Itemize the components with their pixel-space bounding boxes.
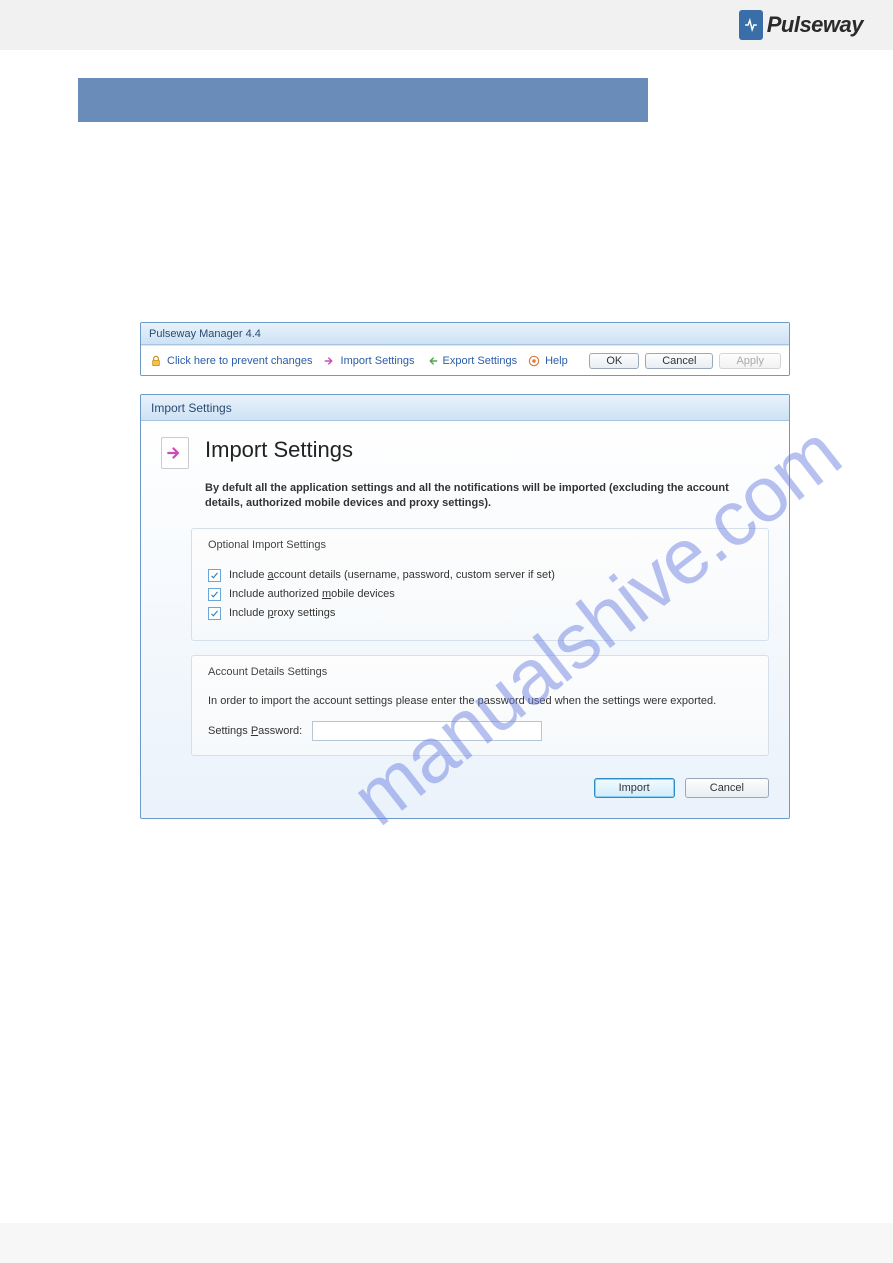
prevent-changes-link[interactable]: Click here to prevent changes [149,354,313,368]
import-settings-link[interactable]: Import Settings [323,354,415,368]
brand-name: Pulseway [767,12,863,38]
dialog-hero-title: Import Settings [205,437,353,463]
include-mobile-label: Include authorized mobile devices [229,588,395,600]
page-footer [0,1223,893,1263]
export-settings-link[interactable]: Export Settings [425,354,518,368]
export-icon [425,354,439,368]
dialog-titlebar: Import Settings [141,395,789,421]
toolbar: Click here to prevent changes Import Set… [141,345,789,375]
dialog-window-title: Import Settings [151,401,232,415]
account-details-legend: Account Details Settings [204,666,331,678]
cancel-button[interactable]: Cancel [645,353,713,369]
pulseway-manager-window: Pulseway Manager 4.4 Click here to preve… [140,322,790,376]
settings-password-input[interactable] [312,721,542,741]
dialog-body: Import Settings By defult all the applic… [141,421,789,818]
include-proxy-row: Include proxy settings [208,607,752,620]
import-settings-label: Import Settings [341,355,415,367]
help-label: Help [545,355,568,367]
include-proxy-label: Include proxy settings [229,607,335,619]
import-settings-dialog: Import Settings Import Settings By deful… [140,394,790,819]
dialog-import-button[interactable]: Import [594,778,675,798]
optional-import-group: Optional Import Settings Include account… [191,528,769,641]
settings-password-row: Settings Password: [208,721,752,741]
help-link[interactable]: Help [527,354,568,368]
account-details-group: Account Details Settings In order to imp… [191,655,769,756]
export-settings-label: Export Settings [443,355,518,367]
page-header: Pulseway [0,0,893,50]
dialog-description: By defult all the application settings a… [205,481,769,512]
dialog-hero: Import Settings [161,437,769,469]
ok-button[interactable]: OK [589,353,639,369]
dialog-button-row: Import Cancel [161,778,769,798]
account-details-info: In order to import the account settings … [208,694,752,709]
include-mobile-checkbox[interactable] [208,588,221,601]
section-banner [78,78,648,122]
lock-icon [149,354,163,368]
include-account-checkbox[interactable] [208,569,221,582]
optional-import-legend: Optional Import Settings [204,539,330,551]
include-proxy-checkbox[interactable] [208,607,221,620]
include-mobile-row: Include authorized mobile devices [208,588,752,601]
settings-password-label: Settings Password: [208,725,302,737]
import-icon [323,354,337,368]
help-icon [527,354,541,368]
include-account-label: Include account details (username, passw… [229,569,555,581]
window-titlebar: Pulseway Manager 4.4 [141,323,789,345]
brand-logo: Pulseway [739,10,863,40]
apply-button[interactable]: Apply [719,353,781,369]
figure-area: Pulseway Manager 4.4 Click here to preve… [140,322,790,819]
toolbar-buttons: OK Cancel Apply [589,353,781,369]
window-title: Pulseway Manager 4.4 [149,328,261,340]
pulseway-icon [739,10,763,40]
import-hero-icon [161,437,189,469]
include-account-row: Include account details (username, passw… [208,569,752,582]
prevent-changes-label: Click here to prevent changes [167,355,313,367]
dialog-cancel-button[interactable]: Cancel [685,778,769,798]
